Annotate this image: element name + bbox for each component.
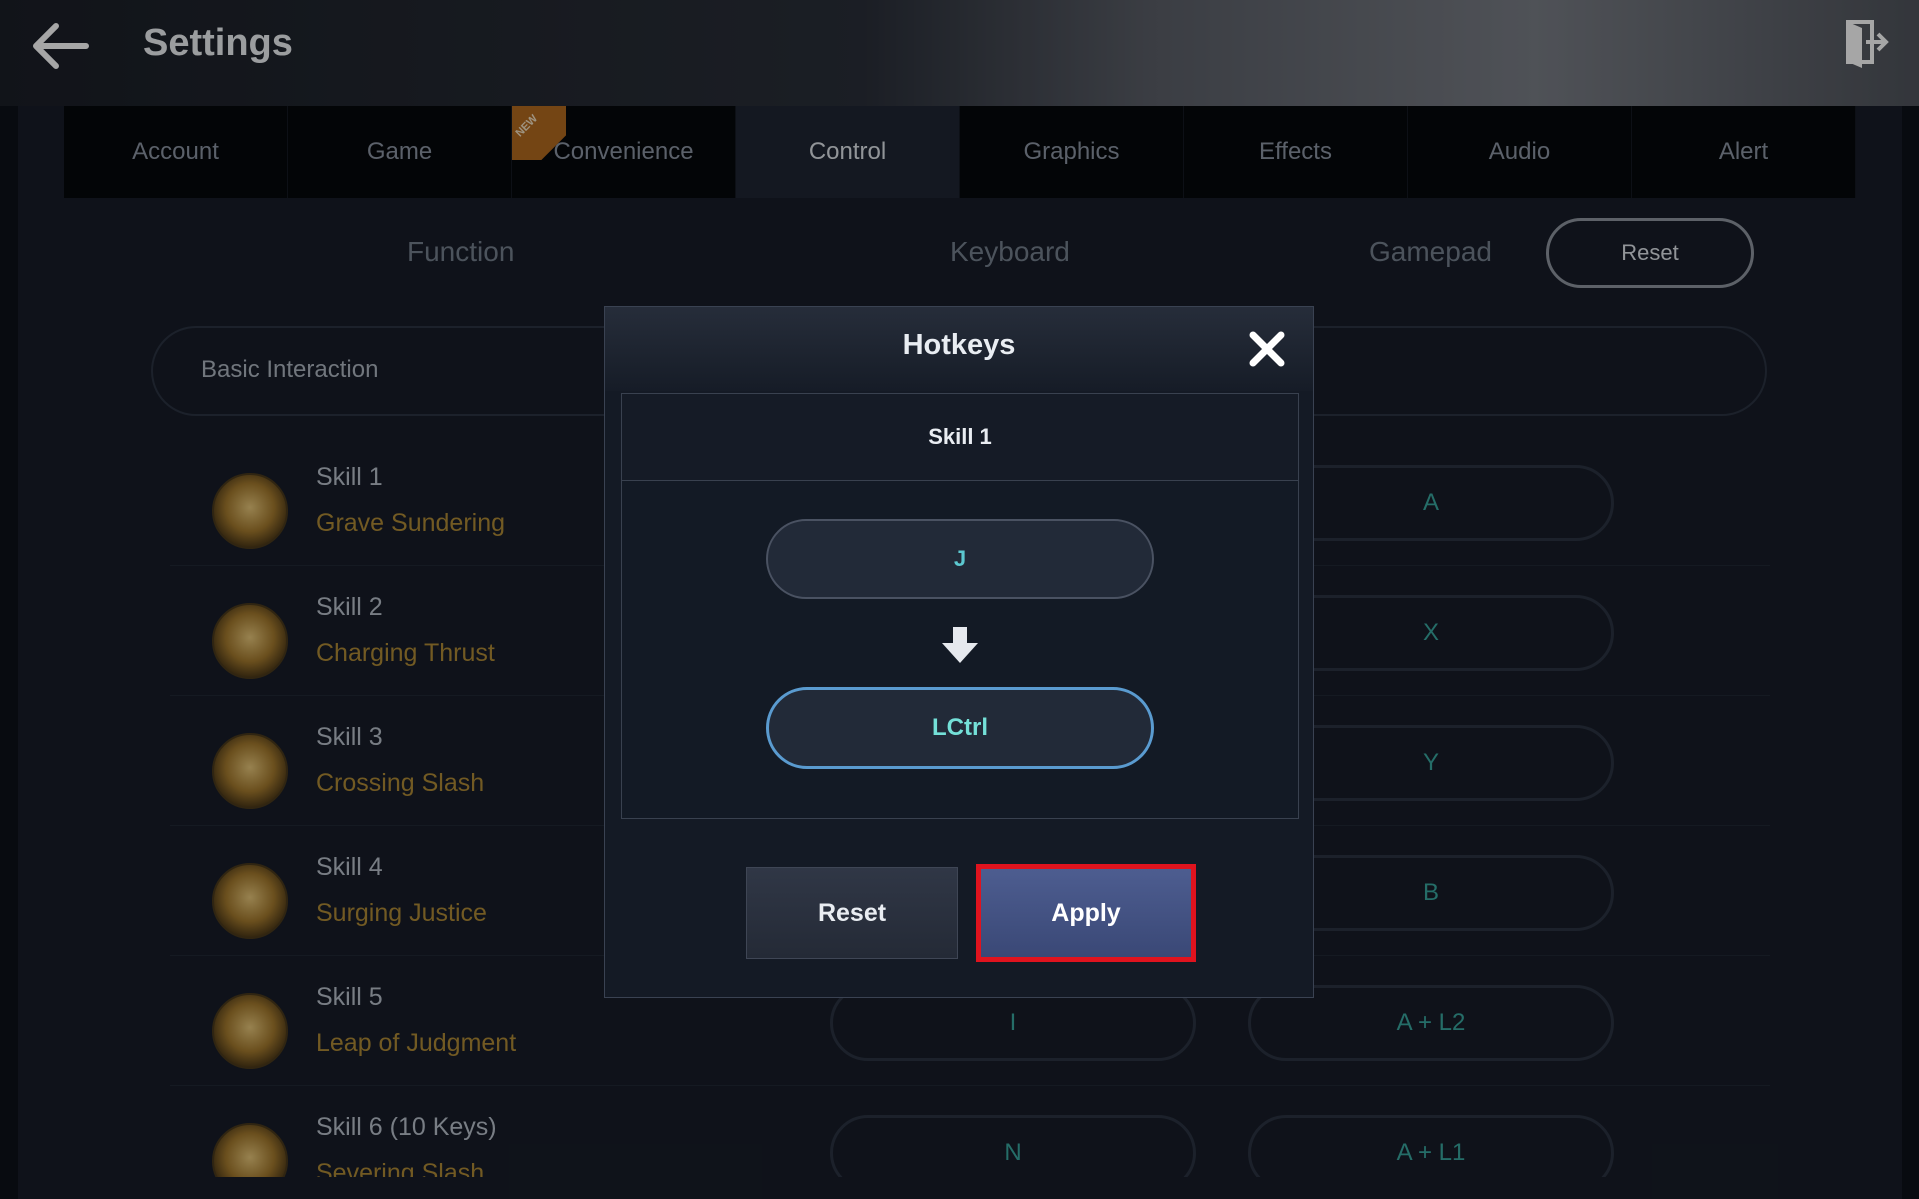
dialog-title: Hotkeys	[902, 329, 1016, 361]
close-icon	[1249, 331, 1285, 367]
current-key-display: J	[766, 519, 1154, 599]
dialog-header: Hotkeys	[605, 307, 1313, 391]
dialog-reset-button[interactable]: Reset	[746, 867, 958, 959]
dialog-body: J LCtrl	[621, 481, 1299, 819]
arrow-down-icon	[942, 627, 978, 663]
new-key-input[interactable]: LCtrl	[766, 687, 1154, 769]
dialog-apply-button[interactable]: Apply	[976, 864, 1196, 962]
hotkeys-dialog: Hotkeys Skill 1 J LCtrl Reset Apply	[604, 306, 1314, 998]
dialog-target-label: Skill 1	[621, 393, 1299, 481]
close-button[interactable]	[1245, 327, 1289, 371]
